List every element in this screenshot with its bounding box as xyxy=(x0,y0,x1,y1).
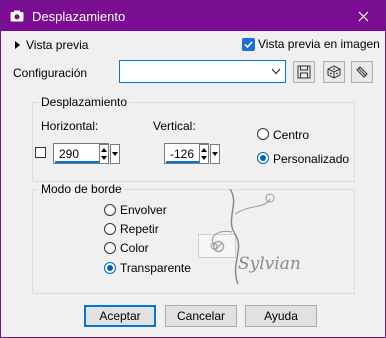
radio-custom[interactable] xyxy=(257,152,269,164)
radio-transparent[interactable] xyxy=(104,262,116,274)
dialog-window: Desplazamiento Vista previa Vista previa… xyxy=(0,0,386,338)
preview-in-image-checkbox[interactable]: Vista previa en imagen xyxy=(242,37,380,51)
spin-arrows-icon xyxy=(201,148,207,160)
config-label: Configuración xyxy=(13,66,88,80)
checkmark-icon xyxy=(244,40,253,48)
spin-arrow-down-icon xyxy=(212,152,218,156)
radio-repeat-label: Repetir xyxy=(120,222,159,236)
help-button-label: Ayuda xyxy=(264,309,298,323)
preview-in-image-label: Vista previa en imagen xyxy=(258,37,380,51)
displacement-group xyxy=(32,102,355,182)
camera-icon xyxy=(10,10,24,22)
ok-button[interactable]: Aceptar xyxy=(84,305,156,327)
vertical-spinner-alt[interactable] xyxy=(210,144,220,164)
expand-arrow-icon xyxy=(15,41,20,49)
horizontal-spinner[interactable] xyxy=(99,144,109,164)
spin-arrows-icon xyxy=(101,148,107,160)
signature-watermark: Sylviane xyxy=(210,188,300,285)
close-icon xyxy=(358,11,368,21)
checkbox-checked[interactable] xyxy=(242,37,255,51)
ok-button-label: Aceptar xyxy=(99,309,141,323)
vertical-label: Vertical: xyxy=(153,119,196,133)
radio-color-label: Color xyxy=(120,241,149,255)
radio-center[interactable] xyxy=(257,128,269,140)
chevron-down-icon xyxy=(271,68,281,75)
radio-wrap-label: Envolver xyxy=(120,203,167,217)
reset-icon xyxy=(356,66,368,78)
radio-repeat[interactable] xyxy=(104,223,116,235)
horizontal-label: Horizontal: xyxy=(41,119,99,133)
cancel-button-label: Cancelar xyxy=(176,309,226,323)
vertical-spinner[interactable] xyxy=(199,144,209,164)
config-combo[interactable] xyxy=(119,60,286,83)
edge-mode-group-label: Modo de borde xyxy=(39,182,124,196)
radio-transparent-label: Transparente xyxy=(120,261,191,275)
horizontal-value: 290 xyxy=(59,147,80,161)
save-icon xyxy=(297,65,311,79)
preview-label: Vista previa xyxy=(26,38,89,52)
watermark-text: Sylviane xyxy=(238,254,300,274)
horizontal-spinner-alt[interactable] xyxy=(110,144,120,164)
close-button[interactable] xyxy=(341,1,385,31)
radio-wrap[interactable] xyxy=(104,204,116,216)
cancel-button[interactable]: Cancelar xyxy=(165,305,237,327)
reset-button[interactable] xyxy=(351,61,373,83)
help-button[interactable]: Ayuda xyxy=(245,305,317,327)
vertical-value: -126 xyxy=(170,147,195,161)
spin-arrow-down-icon xyxy=(112,152,118,156)
save-preset-button[interactable] xyxy=(293,61,315,83)
radio-color[interactable] xyxy=(104,242,116,254)
displacement-group-label: Desplazamiento xyxy=(39,95,130,109)
dice-icon xyxy=(327,65,341,79)
radio-custom-label: Personalizado xyxy=(273,152,350,166)
title-bar: Desplazamiento xyxy=(1,1,385,31)
link-checkbox[interactable] xyxy=(35,147,46,158)
radio-center-label: Centro xyxy=(273,128,310,142)
random-button[interactable] xyxy=(323,61,345,83)
preview-toggle[interactable]: Vista previa xyxy=(14,38,88,52)
window-title: Desplazamiento xyxy=(32,9,126,24)
